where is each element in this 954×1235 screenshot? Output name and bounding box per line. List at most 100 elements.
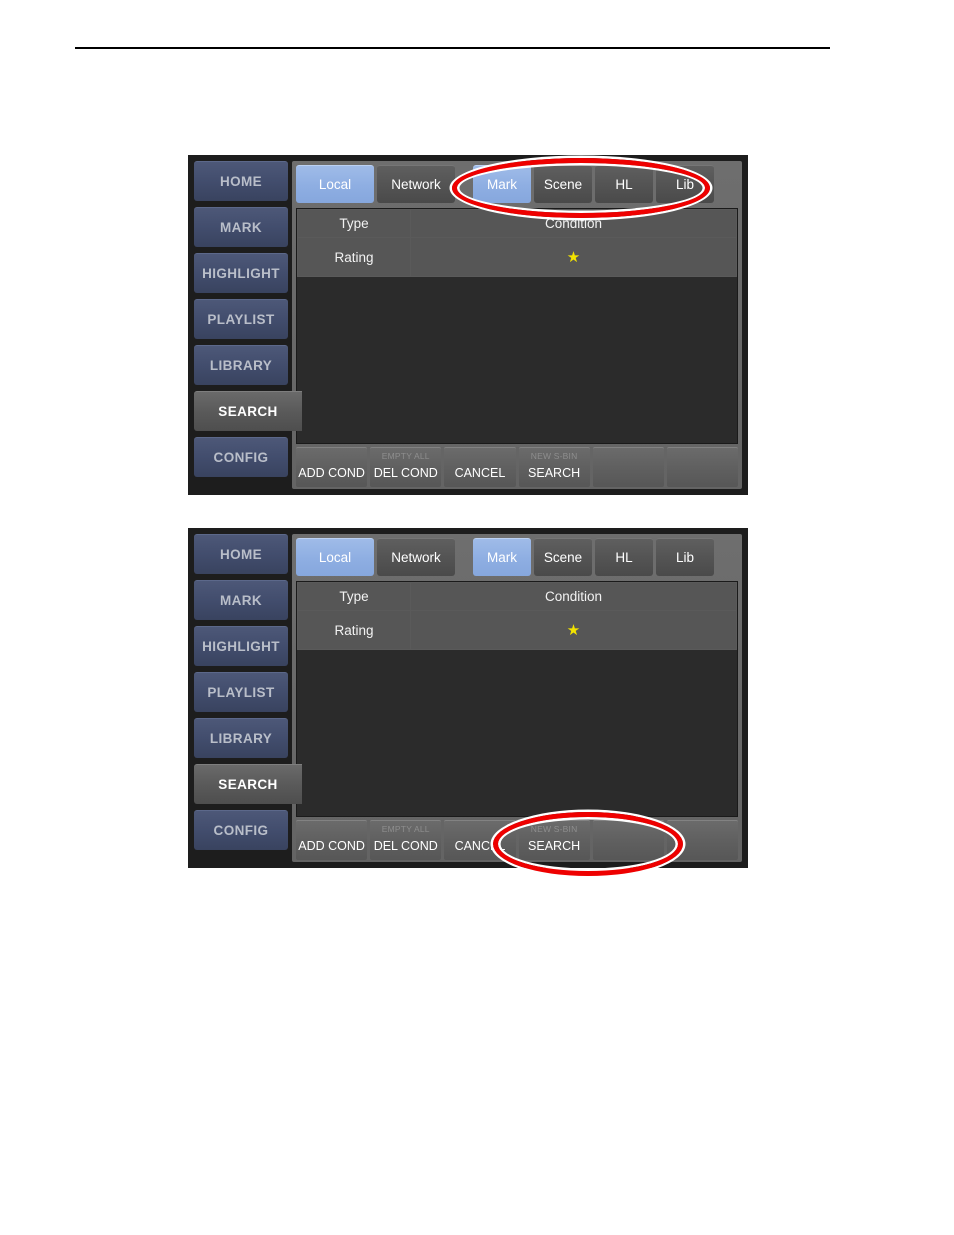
tab-label: HL (615, 177, 633, 192)
button-main-label: ADD COND (298, 466, 365, 480)
sidebar-panel-one: HOME MARK HIGHLIGHT PLAYLIST LIBRARY SEA… (194, 161, 302, 495)
search-button[interactable]: NEW S-BIN SEARCH (518, 447, 590, 487)
sidebar-item-mark[interactable]: MARK (194, 580, 288, 620)
tab-label: Mark (487, 177, 517, 192)
condition-table-container: Type Condition Rating ★ (296, 581, 738, 817)
bottom-toolbar: ADD COND EMPTY ALL DEL COND CANCEL NEW S… (296, 820, 739, 860)
button-main-label: SEARCH (528, 466, 581, 480)
cancel-button[interactable]: CANCEL (444, 820, 516, 860)
sidebar-item-label: HIGHLIGHT (202, 639, 280, 654)
sidebar-panel-two: HOME MARK HIGHLIGHT PLAYLIST LIBRARY SEA… (194, 534, 302, 868)
del-cond-button[interactable]: EMPTY ALL DEL COND (370, 447, 442, 487)
sidebar-item-label: CONFIG (213, 450, 269, 465)
sidebar-item-label: SEARCH (218, 404, 278, 419)
tab-strip-divider (458, 538, 470, 576)
sidebar-item-label: HIGHLIGHT (202, 266, 280, 281)
tab-lib[interactable]: Lib (656, 165, 714, 203)
button-main-label: DEL COND (373, 466, 438, 480)
add-cond-button[interactable]: ADD COND (296, 820, 368, 860)
page-header-rule (75, 47, 830, 49)
tab-mark[interactable]: Mark (473, 538, 531, 576)
button-sub-label: EMPTY ALL (381, 824, 430, 834)
device-panel-one: HOME MARK HIGHLIGHT PLAYLIST LIBRARY SEA… (188, 155, 748, 495)
sidebar-item-mark[interactable]: MARK (194, 207, 288, 247)
sidebar-item-label: PLAYLIST (207, 685, 275, 700)
star-icon: ★ (566, 621, 581, 639)
tab-label: Lib (675, 177, 694, 192)
sidebar-item-highlight[interactable]: HIGHLIGHT (194, 253, 288, 293)
column-header-type: Type (297, 582, 411, 611)
button-main-label: SEARCH (528, 839, 581, 853)
sidebar-item-config[interactable]: CONFIG (194, 437, 288, 477)
toolbar-empty-slot-1[interactable] (592, 447, 664, 487)
add-cond-button[interactable]: ADD COND (296, 447, 368, 487)
sidebar-item-config[interactable]: CONFIG (194, 810, 288, 850)
tab-network[interactable]: Network (377, 538, 455, 576)
sidebar-item-playlist[interactable]: PLAYLIST (194, 672, 288, 712)
tab-hl[interactable]: HL (595, 538, 653, 576)
toolbar-empty-slot-2[interactable] (666, 820, 739, 860)
cell-condition-rating[interactable]: ★ (410, 237, 737, 277)
tab-lib[interactable]: Lib (656, 538, 714, 576)
content-area-panel-one: Local Network Mark Scene HL Lib Type Con… (292, 161, 742, 489)
button-sub-label: NEW S-BIN (530, 824, 578, 834)
toolbar-empty-slot-1[interactable] (592, 820, 664, 860)
button-main-label: CANCEL (454, 839, 506, 853)
tab-mark[interactable]: Mark (473, 165, 531, 203)
tab-label: Lib (675, 550, 694, 565)
toolbar-empty-slot-2[interactable] (666, 447, 739, 487)
tab-label: Local (318, 177, 352, 192)
tab-label: Scene (543, 550, 583, 565)
sidebar-item-library[interactable]: LIBRARY (194, 345, 288, 385)
tab-scene[interactable]: Scene (534, 538, 592, 576)
del-cond-button[interactable]: EMPTY ALL DEL COND (370, 820, 442, 860)
tab-strip: Local Network Mark Scene HL Lib (296, 165, 738, 203)
button-main-label: CANCEL (454, 466, 506, 480)
condition-table-container: Type Condition Rating ★ (296, 208, 738, 444)
sidebar-item-label: HOME (219, 547, 263, 562)
content-area-panel-two: Local Network Mark Scene HL Lib Type Con… (292, 534, 742, 862)
sidebar-item-search[interactable]: SEARCH (194, 391, 302, 431)
button-sub-label: EMPTY ALL (381, 451, 430, 461)
sidebar-item-playlist[interactable]: PLAYLIST (194, 299, 288, 339)
sidebar-item-label: LIBRARY (209, 358, 273, 373)
sidebar-item-label: MARK (219, 593, 263, 608)
sidebar-item-highlight[interactable]: HIGHLIGHT (194, 626, 288, 666)
column-header-type: Type (297, 209, 411, 238)
sidebar-item-library[interactable]: LIBRARY (194, 718, 288, 758)
column-header-condition: Condition (410, 209, 737, 238)
cell-condition-rating[interactable]: ★ (410, 610, 737, 650)
cell-type-rating: Rating (297, 610, 411, 650)
tab-label: Network (391, 550, 441, 565)
sidebar-item-label: PLAYLIST (207, 312, 275, 327)
condition-table: Type Condition Rating ★ (297, 582, 737, 650)
cancel-button[interactable]: CANCEL (444, 447, 516, 487)
table-row[interactable]: Rating ★ (297, 610, 737, 650)
tab-scene[interactable]: Scene (534, 165, 592, 203)
button-sub-label: NEW S-BIN (530, 451, 578, 461)
tab-label: Scene (543, 177, 583, 192)
sidebar-item-label: LIBRARY (209, 731, 273, 746)
button-main-label: ADD COND (298, 839, 365, 853)
button-main-label: DEL COND (373, 839, 438, 853)
table-row[interactable]: Rating ★ (297, 237, 737, 277)
tab-local[interactable]: Local (296, 538, 374, 576)
tab-hl[interactable]: HL (595, 165, 653, 203)
sidebar-item-home[interactable]: HOME (194, 161, 288, 201)
tab-network[interactable]: Network (377, 165, 455, 203)
sidebar-item-label: CONFIG (213, 823, 269, 838)
sidebar-item-home[interactable]: HOME (194, 534, 288, 574)
condition-table: Type Condition Rating ★ (297, 209, 737, 277)
tab-strip: Local Network Mark Scene HL Lib (296, 538, 738, 576)
sidebar-item-label: HOME (219, 174, 263, 189)
tab-local[interactable]: Local (296, 165, 374, 203)
bottom-toolbar: ADD COND EMPTY ALL DEL COND CANCEL NEW S… (296, 447, 739, 487)
search-button[interactable]: NEW S-BIN SEARCH (518, 820, 590, 860)
tab-label: Mark (487, 550, 517, 565)
sidebar-item-label: MARK (219, 220, 263, 235)
sidebar-item-search[interactable]: SEARCH (194, 764, 302, 804)
tab-strip-divider (458, 165, 470, 203)
table-header-row: Type Condition (297, 582, 737, 611)
table-header-row: Type Condition (297, 209, 737, 238)
tab-label: Local (318, 550, 352, 565)
